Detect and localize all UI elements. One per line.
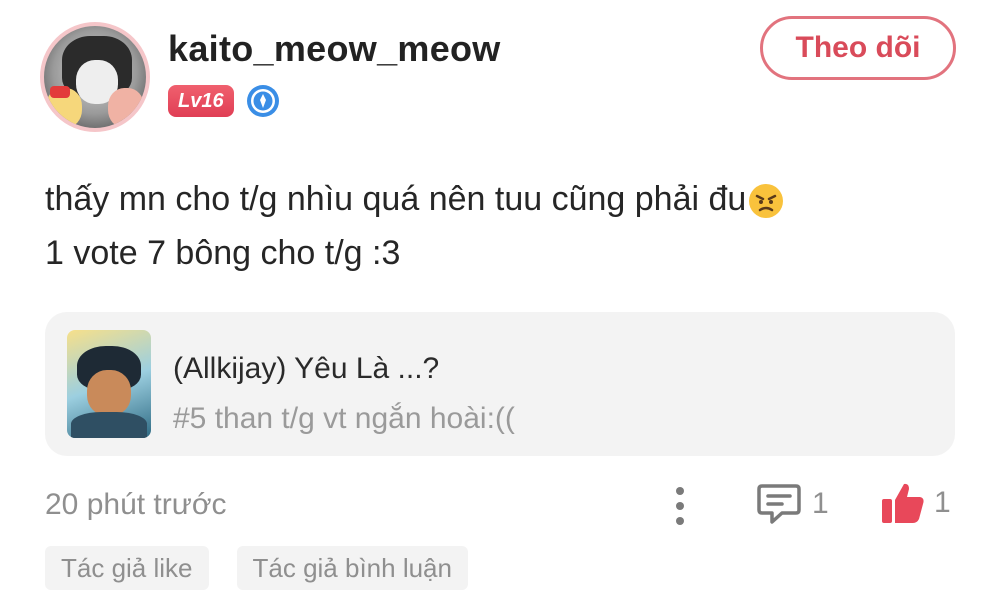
tag-author-like: Tác giả like (45, 546, 209, 590)
comment-icon (757, 484, 801, 524)
more-vertical-icon[interactable] (668, 484, 692, 528)
cover-face-shape (87, 370, 131, 416)
post-card: kaito_meow_meow Lv16 Theo dõi thấy mn ch… (0, 0, 1000, 600)
avatar-chibi-right (108, 88, 144, 128)
tag-author-comment: Tác giả bình luận (236, 546, 468, 590)
post-text-1: thấy mn cho t/g nhìu quá nên tuu cũng ph… (45, 180, 747, 218)
thumbs-up-icon (882, 483, 924, 523)
post-content: thấy mn cho t/g nhìu quá nên tuu cũng ph… (45, 172, 945, 280)
story-title: (Allkijay) Yêu Là ...? (173, 352, 440, 385)
like-count: 1 (934, 486, 951, 519)
level-badge: Lv16 (168, 85, 234, 117)
post-timestamp: 20 phút trước (45, 488, 227, 521)
user-badges: Lv16 (168, 84, 280, 118)
angry-face-emoji-icon (749, 184, 784, 219)
comment-button[interactable]: 1 (756, 482, 829, 526)
author-tags: Tác giả like Tác giả bình luận (45, 546, 468, 590)
follow-button[interactable]: Theo dõi (760, 16, 956, 80)
story-cover-image (67, 330, 151, 438)
post-line-1: thấy mn cho t/g nhìu quá nên tuu cũng ph… (45, 172, 945, 226)
user-avatar[interactable] (40, 22, 150, 132)
username[interactable]: kaito_meow_meow (168, 28, 501, 70)
like-button[interactable]: 1 (880, 480, 951, 526)
comment-count: 1 (812, 487, 829, 520)
story-chapter: #5 than t/g vt ngắn hoài:(( (173, 402, 515, 435)
post-line-2: 1 vote 7 bông cho t/g :3 (45, 234, 401, 272)
avatar-ribbon (50, 86, 70, 98)
verified-badge-icon (246, 85, 279, 117)
cover-body-shape (71, 412, 147, 438)
story-link-card[interactable]: (Allkijay) Yêu Là ...? #5 than t/g vt ng… (45, 312, 955, 456)
